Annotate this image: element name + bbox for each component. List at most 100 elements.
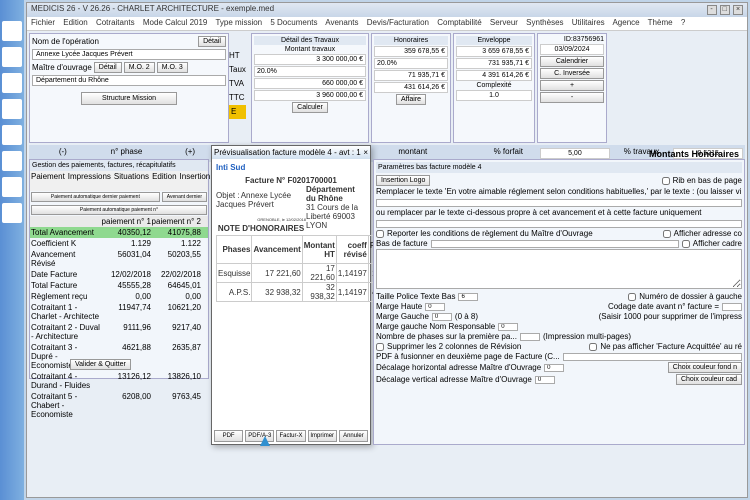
annuler-button[interactable]: Annuler (339, 430, 368, 442)
codage-input[interactable] (722, 303, 742, 311)
menu-edition[interactable]: Edition (63, 18, 87, 27)
pay-row[interactable]: Cotraitant 5 - Chabert - Economiste6208,… (30, 391, 208, 420)
imprimer-button[interactable]: Imprimer (308, 430, 337, 442)
prev-dept: Département du Rhône (306, 185, 355, 203)
pay-v2: 10621,20 (151, 303, 201, 321)
bas-textarea[interactable] (376, 249, 742, 289)
montant-travaux: 3 300 000,00 € (254, 54, 366, 65)
md-detail-button[interactable]: Détail (94, 62, 122, 73)
aff-cadre-checkbox[interactable] (682, 240, 690, 248)
menu-serveur[interactable]: Serveur (490, 18, 518, 27)
env-v1: 3 659 678,55 € (456, 46, 532, 57)
menu-mode-calcul[interactable]: Mode Calcul 2019 (143, 18, 207, 27)
choix-couleur2-button[interactable]: Choix couleur cad (676, 374, 742, 385)
mh-input[interactable] (425, 303, 445, 311)
taskbar-icon[interactable] (2, 151, 22, 171)
rep-label: Reporter les conditions de règlement du … (387, 229, 593, 238)
dept-field[interactable]: Département du Rhône (32, 75, 226, 86)
plus-button[interactable]: + (540, 80, 604, 91)
avenant-button[interactable]: Avenant dernier (162, 192, 207, 202)
mg-input[interactable] (432, 313, 452, 321)
close-icon[interactable]: × (733, 5, 743, 15)
maximize-icon[interactable]: □ (720, 5, 730, 15)
minus-button[interactable]: - (540, 92, 604, 103)
mo2-button[interactable]: M.O. 2 (124, 62, 155, 73)
sup-checkbox[interactable] (376, 343, 384, 351)
bas-facture-input[interactable] (431, 240, 679, 248)
npg-label: Nombre de phases sur la première pa... (376, 332, 517, 341)
menu-syntheses[interactable]: Synthèses (526, 18, 563, 27)
menu-fichier[interactable]: Fichier (31, 18, 55, 27)
menu-utilitaires[interactable]: Utilitaires (572, 18, 605, 27)
menu-cotraitants[interactable]: Cotraitants (96, 18, 135, 27)
taskbar-icon[interactable] (2, 125, 22, 145)
ptab-insertion[interactable]: Insertion (180, 172, 211, 190)
pay-row[interactable]: Avancement Révisé56031,0450203,55 (30, 249, 208, 269)
right-panel: ID:83756961 03/09/2024 Calendrier C. Inv… (537, 33, 607, 143)
pay-row[interactable]: Coefficient K1.1291.122 (30, 238, 208, 249)
menu-type-mission[interactable]: Type mission (215, 18, 262, 27)
insertion-logo-button[interactable]: Insertion Logo (376, 175, 430, 186)
taskbar-icon[interactable] (2, 203, 22, 223)
ptab-impressions[interactable]: Impressions (68, 172, 111, 190)
mnr-input[interactable] (498, 323, 518, 331)
rib-checkbox[interactable] (662, 177, 670, 185)
taskbar-icon[interactable] (2, 177, 22, 197)
hono-v4: 431 614,26 € (374, 82, 448, 93)
mo3-button[interactable]: M.O. 3 (157, 62, 188, 73)
pay-row[interactable]: Total Avancement40350,1241075,88 (30, 227, 208, 238)
auto-n-button[interactable]: Paiement automatique paiement n° (31, 205, 207, 215)
affaire-button[interactable]: Affaire (396, 94, 426, 105)
reporter-checkbox[interactable] (376, 230, 384, 238)
nepas-checkbox[interactable] (589, 343, 597, 351)
structure-mission-button[interactable]: Structure Mission (81, 92, 177, 105)
taskbar-icon[interactable] (2, 99, 22, 119)
calculer-button[interactable]: Calculer (292, 102, 328, 113)
id-label: ID:83756961 (540, 36, 604, 43)
calendrier-button[interactable]: Calendrier (540, 56, 604, 67)
taskbar-icon[interactable] (2, 21, 22, 41)
detail-button[interactable]: Détail (198, 36, 226, 47)
taskbar-icon[interactable] (2, 47, 22, 67)
pdf-button[interactable]: PDF (214, 430, 243, 442)
menu-documents[interactable]: 5 Documents (270, 18, 317, 27)
pay-row[interactable]: Cotraitant 4 - Durand - Fluides13126,121… (30, 371, 208, 391)
ptab-paiement[interactable]: Paiement (31, 172, 65, 190)
menu-devis[interactable]: Devis/Facturation (367, 18, 429, 27)
fus-input[interactable] (563, 353, 742, 361)
tp-input[interactable] (458, 293, 478, 301)
c-inversee-button[interactable]: C. Inversée (540, 68, 604, 79)
date-field[interactable]: 03/09/2024 (540, 44, 604, 55)
taskbar-icon[interactable] (2, 73, 22, 93)
aff-adresse-checkbox[interactable] (663, 230, 671, 238)
pay-v2: 2635,87 (151, 343, 201, 370)
menu-help[interactable]: ? (681, 18, 685, 27)
auto-last-button[interactable]: Paiement automatique dernier paiement (31, 192, 160, 202)
op-name-field[interactable]: Annexe Lycée Jacques Prévert (32, 49, 226, 60)
menu-compta[interactable]: Comptabilité (437, 18, 481, 27)
ph-v6[interactable]: 5,00 (540, 148, 610, 159)
minimize-icon[interactable]: - (707, 5, 717, 15)
facturx-button[interactable]: Factur-X (276, 430, 305, 442)
replace-text2-input[interactable] (376, 220, 742, 228)
deh-input[interactable] (544, 364, 564, 372)
md-label: Maître d'ouvrage (32, 63, 92, 72)
pay-row[interactable]: Cotraitant 1 - Charlet - Architecte11947… (30, 302, 208, 322)
valider-quitter-button[interactable]: Valider & Quitter (70, 359, 131, 370)
pay-row[interactable]: Règlement reçu0,000,00 (30, 291, 208, 302)
ptab-situations[interactable]: Situations (114, 172, 149, 190)
menu-agence[interactable]: Agence (612, 18, 639, 27)
replace-text-input[interactable] (376, 199, 742, 207)
npg-input[interactable] (520, 333, 540, 341)
pay-v2: 50203,55 (151, 250, 201, 268)
choix-couleur1-button[interactable]: Choix couleur fond n (668, 362, 742, 373)
menu-theme[interactable]: Thème (648, 18, 673, 27)
pay-row[interactable]: Total Facture45555,2864645,01 (30, 280, 208, 291)
menu-avenants[interactable]: Avenants (325, 18, 358, 27)
dev-input[interactable] (535, 376, 555, 384)
preview-close-icon[interactable]: × (363, 148, 368, 157)
num-checkbox[interactable] (628, 293, 636, 301)
ptab-edition[interactable]: Edition (152, 172, 176, 190)
pay-row[interactable]: Cotraitant 2 - Duval - Architecture9111,… (30, 322, 208, 342)
pay-row[interactable]: Date Facture12/02/201822/02/2018 (30, 269, 208, 280)
